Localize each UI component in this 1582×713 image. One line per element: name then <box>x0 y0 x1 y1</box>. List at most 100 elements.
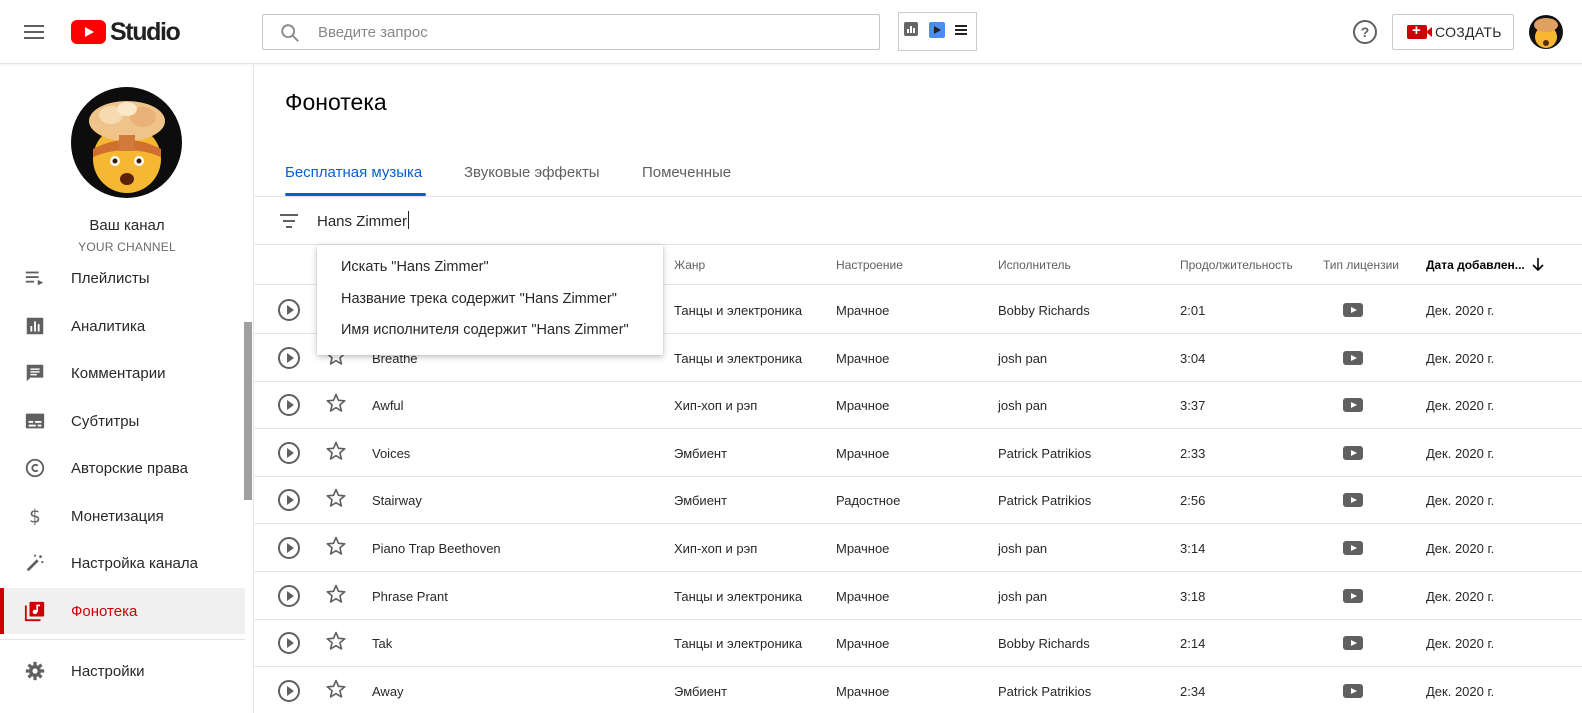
star-icon[interactable] <box>325 630 347 652</box>
table-row[interactable]: Voices Эмбиент Мрачное Patrick Patrikios 2:3… <box>254 429 1582 477</box>
arrow-down-icon[interactable] <box>1531 256 1545 272</box>
track-genre: Хип-хоп и рэп <box>674 541 758 556</box>
star-icon[interactable] <box>325 535 347 557</box>
star-icon[interactable] <box>325 392 347 414</box>
column-artist[interactable]: Исполнитель <box>998 258 1071 272</box>
track-genre: Эмбиент <box>674 445 728 461</box>
sidebar-item-comments[interactable]: Комментарии <box>0 350 245 396</box>
play-icon[interactable] <box>278 441 300 464</box>
play-icon[interactable] <box>278 632 300 655</box>
track-date-added: Дек. 2020 г. <box>1426 303 1495 318</box>
track-genre: Хип-хоп и рэп <box>674 398 758 414</box>
youtube-license-icon <box>1343 541 1363 555</box>
play-icon[interactable] <box>278 584 300 607</box>
channel-title: Ваш канал <box>89 217 165 234</box>
table-row[interactable]: Phrase Prant Танцы и электроника Мрачное jo… <box>254 572 1582 620</box>
table-row[interactable]: Tak Танцы и электроника Мрачное Bobby Richa… <box>254 619 1582 668</box>
top-bar: Studio ? СОЗДАТЬ <box>0 0 1582 64</box>
suggestion-title-contains[interactable]: Название трека содержит "Hans Zimmer" <box>341 291 617 307</box>
suggestion-artist-contains[interactable]: Имя исполнителя содержит "Hans Zimmer" <box>341 322 629 338</box>
youtube-license-icon <box>1343 398 1363 413</box>
sidebar-item-customization[interactable]: Настройка канала <box>0 540 245 586</box>
track-mood: Мрачное <box>836 445 890 461</box>
column-license[interactable]: Тип лицензии <box>1323 258 1399 272</box>
account-avatar[interactable] <box>1529 15 1563 49</box>
track-genre: Эмбиент <box>674 683 728 699</box>
sidebar-item-analytics[interactable]: Аналитика <box>0 303 245 349</box>
player-extension-icon[interactable] <box>929 22 945 38</box>
stats-extension-icon[interactable] <box>904 22 918 36</box>
search-input[interactable] <box>318 15 858 49</box>
sidebar-item-subtitles[interactable]: Субтитры <box>0 398 245 444</box>
sidebar-item-settings[interactable]: Настройки <box>0 648 245 694</box>
sidebar-item-label: Фонотека <box>71 602 138 620</box>
studio-logo[interactable]: Studio <box>71 18 181 46</box>
track-duration: 2:01 <box>1180 303 1206 318</box>
sidebar-divider <box>0 639 245 640</box>
tab-free-music[interactable]: Бесплатная музыка <box>285 164 422 181</box>
tabs-bar: Бесплатная музыка Звуковые эффекты Помеч… <box>254 152 1582 197</box>
sidebar-item-playlists[interactable]: Плейлисты <box>0 255 245 301</box>
subtitles-icon <box>25 413 45 429</box>
create-button[interactable]: СОЗДАТЬ <box>1392 14 1514 50</box>
menu-icon[interactable] <box>22 22 46 42</box>
column-genre[interactable]: Жанр <box>674 258 705 272</box>
play-icon[interactable] <box>278 346 300 369</box>
sidebar-item-audio-library[interactable]: Фонотека <box>0 588 245 634</box>
star-icon[interactable] <box>325 487 347 509</box>
table-row[interactable]: Away Эмбиент Мрачное Patrick Patrikios 2:34 Д… <box>254 667 1582 713</box>
table-row[interactable]: Stairway Эмбиент Радостное Patrick Patrikio… <box>254 476 1582 525</box>
column-duration[interactable]: Продолжительность <box>1180 258 1293 272</box>
help-icon[interactable]: ? <box>1353 20 1377 44</box>
play-icon[interactable] <box>278 537 300 559</box>
youtube-license-icon <box>1343 350 1363 365</box>
search-icon <box>281 24 299 42</box>
filter-input-value: Hans Zimmer <box>317 213 408 230</box>
track-mood: Мрачное <box>836 636 890 652</box>
youtube-license-icon <box>1343 493 1363 508</box>
play-icon[interactable] <box>278 489 300 512</box>
track-date-added: Дек. 2020 г. <box>1426 445 1495 461</box>
sidebar-item-monetization[interactable]: $ Монетизация <box>0 493 245 539</box>
suggestion-search-all[interactable]: Искать "Hans Zimmer" <box>341 259 489 275</box>
track-date-added: Дек. 2020 г. <box>1426 398 1495 414</box>
play-icon[interactable] <box>278 299 300 321</box>
star-icon[interactable] <box>325 678 347 700</box>
sidebar-scrollbar[interactable] <box>244 322 252 500</box>
star-icon[interactable] <box>325 440 347 462</box>
sidebar-item-label: Настройка канала <box>71 554 198 572</box>
track-title: Tak <box>372 636 393 652</box>
track-artist: josh pan <box>998 541 1048 556</box>
sidebar-item-label: Комментарии <box>71 364 166 382</box>
channel-avatar[interactable] <box>71 87 182 198</box>
column-mood[interactable]: Настроение <box>836 258 903 272</box>
filter-icon[interactable] <box>280 214 298 228</box>
table-row[interactable]: Piano Trap Beethoven Хип-хоп и рэп Мрачное… <box>254 524 1582 572</box>
create-video-icon <box>1407 22 1432 39</box>
tab-sound-effects[interactable]: Звуковые эффекты <box>464 164 600 181</box>
table-row[interactable]: Awful Хип-хоп и рэп Мрачное josh pan 3:37 Дек… <box>254 381 1582 430</box>
magic-wand-icon <box>26 554 44 572</box>
page-title: Фонотека <box>285 89 387 115</box>
search-box[interactable] <box>262 14 880 50</box>
track-date-added: Дек. 2020 г. <box>1426 636 1495 652</box>
play-icon[interactable] <box>278 394 300 417</box>
track-mood: Мрачное <box>836 350 890 366</box>
filter-input[interactable]: Hans Zimmer <box>317 211 410 230</box>
sidebar-item-label: Аналитика <box>71 317 146 335</box>
track-duration: 3:14 <box>1180 541 1206 556</box>
list-extension-icon[interactable] <box>955 25 967 35</box>
audio-library-icon <box>24 601 45 622</box>
dollar-icon: $ <box>29 506 41 527</box>
youtube-license-icon <box>1343 303 1363 317</box>
tab-starred[interactable]: Помеченные <box>642 164 731 181</box>
track-artist: josh pan <box>998 588 1048 604</box>
play-icon[interactable] <box>278 679 300 702</box>
column-date-added[interactable]: Дата добавлен... <box>1426 258 1525 272</box>
track-date-added: Дек. 2020 г. <box>1426 588 1495 604</box>
star-icon[interactable] <box>325 583 347 605</box>
track-artist: Bobby Richards <box>998 636 1090 652</box>
sidebar-item-copyright[interactable]: Авторские права <box>0 445 245 491</box>
track-duration: 2:34 <box>1180 683 1206 699</box>
comments-icon <box>26 364 44 382</box>
